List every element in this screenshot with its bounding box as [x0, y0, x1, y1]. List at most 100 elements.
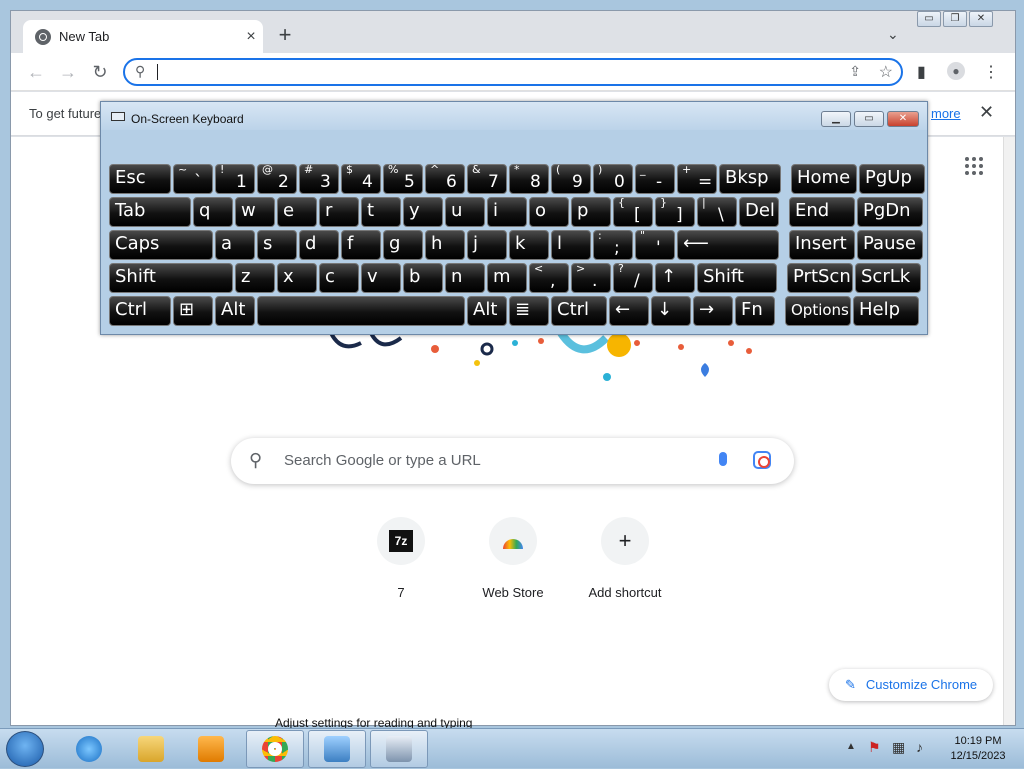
google-search-box[interactable]: ⚲ Search Google or type a URL [231, 438, 794, 484]
taskbar-media-player[interactable] [182, 730, 240, 768]
key-o[interactable]: o [529, 197, 569, 227]
key-space[interactable] [257, 296, 465, 326]
key-;[interactable]: :; [593, 230, 633, 260]
key-6[interactable]: ^ 6 [425, 164, 465, 194]
key-bksp[interactable]: Bksp [719, 164, 781, 194]
key-][interactable]: }] [655, 197, 695, 227]
key-ctrl[interactable]: Ctrl [551, 296, 607, 326]
key-d[interactable]: d [299, 230, 339, 260]
key-j[interactable]: j [467, 230, 507, 260]
minimize-button[interactable]: ▭ [917, 11, 941, 27]
address-bar[interactable]: ⚲ ⇪ ☆ [123, 58, 903, 86]
key-w[interactable]: w [235, 197, 275, 227]
key-⟵[interactable]: ⟵ [677, 230, 779, 260]
key-pgup[interactable]: PgUp [859, 164, 925, 194]
key-p[interactable]: p [571, 197, 611, 227]
key-u[interactable]: u [445, 197, 485, 227]
key-esc[interactable]: Esc [109, 164, 171, 194]
customize-chrome-button[interactable]: ✎ Customize Chrome [829, 669, 993, 701]
key-7[interactable]: & 7 [467, 164, 507, 194]
key-n[interactable]: n [445, 263, 485, 293]
osk-title-bar[interactable]: On-Screen Keyboard ▁ ▭ ✕ [101, 102, 927, 130]
key-scrlk[interactable]: ScrLk [855, 263, 921, 293]
shortcut-add[interactable]: + Add shortcut [569, 517, 681, 600]
key-'[interactable]: " ' [635, 230, 675, 260]
key-≣[interactable]: ≣ [509, 296, 549, 326]
key-,[interactable]: <, [529, 263, 569, 293]
info-bar-close-icon[interactable]: ✕ [979, 102, 994, 123]
key-4[interactable]: $4 [341, 164, 381, 194]
share-icon[interactable]: ⇪ [849, 63, 861, 80]
key-⊞[interactable]: ⊞ [173, 296, 213, 326]
key-/[interactable]: ? / [613, 263, 653, 293]
bookmark-star-icon[interactable]: ☆ [879, 62, 893, 82]
key-k[interactable]: k [509, 230, 549, 260]
key-a[interactable]: a [215, 230, 255, 260]
key-ctrl[interactable]: Ctrl [109, 296, 171, 326]
key-help[interactable]: Help [853, 296, 919, 326]
shortcut-web-store[interactable]: Web Store [457, 517, 569, 600]
page-scrollbar[interactable] [1003, 137, 1015, 725]
google-lens-icon[interactable] [753, 451, 771, 469]
shortcut-7[interactable]: 7z 7 [345, 517, 457, 600]
key-prtscn[interactable]: PrtScn [787, 263, 853, 293]
key-q[interactable]: q [193, 197, 233, 227]
key-backslash[interactable]: | \ [697, 197, 737, 227]
key-.[interactable]: >. [571, 263, 611, 293]
key-f[interactable]: f [341, 230, 381, 260]
key-z[interactable]: z [235, 263, 275, 293]
key-r[interactable]: r [319, 197, 359, 227]
start-button[interactable] [6, 731, 44, 767]
forward-arrow-icon[interactable]: → [57, 61, 79, 83]
reload-icon[interactable]: ↻ [89, 61, 111, 83]
action-center-icon[interactable]: ⚑ [868, 739, 881, 756]
key-shift[interactable]: Shift [109, 263, 233, 293]
key-3[interactable]: #3 [299, 164, 339, 194]
taskbar-explorer[interactable] [122, 730, 180, 768]
back-arrow-icon[interactable]: ← [25, 61, 47, 83]
maximize-button[interactable]: ❐ [943, 11, 967, 27]
tab-new-tab[interactable]: New Tab × [23, 20, 263, 53]
key-h[interactable]: h [425, 230, 465, 260]
volume-muted-icon[interactable]: ♪ [916, 739, 923, 755]
key-1[interactable]: ! 1 [215, 164, 255, 194]
key-↓[interactable]: ↓ [651, 296, 691, 326]
tab-search-chevron-icon[interactable]: ⌄ [887, 26, 899, 43]
key-→[interactable]: → [693, 296, 733, 326]
new-tab-button[interactable]: + [273, 24, 297, 48]
key--[interactable]: _ - [635, 164, 675, 194]
key-`[interactable]: ~ ` [173, 164, 213, 194]
key-t[interactable]: t [361, 197, 401, 227]
side-panel-icon[interactable]: ▮ [917, 62, 926, 82]
key-shift[interactable]: Shift [697, 263, 777, 293]
profile-avatar-icon[interactable]: ● [947, 62, 965, 80]
key-[[interactable]: {[ [613, 197, 653, 227]
key-tab[interactable]: Tab [109, 197, 191, 227]
key-end[interactable]: End [789, 197, 855, 227]
key-2[interactable]: @2 [257, 164, 297, 194]
key-v[interactable]: v [361, 263, 401, 293]
taskbar-osk[interactable] [370, 730, 428, 768]
key-e[interactable]: e [277, 197, 317, 227]
key-=[interactable]: + = [677, 164, 717, 194]
key-pause[interactable]: Pause [857, 230, 923, 260]
voice-search-mic-icon[interactable] [719, 452, 727, 466]
info-bar-learn-more-link[interactable]: more [931, 106, 961, 121]
key-b[interactable]: b [403, 263, 443, 293]
clock[interactable]: 10:19 PM 12/15/2023 [940, 734, 1016, 764]
taskbar-chrome[interactable] [246, 730, 304, 768]
key-x[interactable]: x [277, 263, 317, 293]
osk-close-button[interactable]: ✕ [887, 111, 919, 127]
key-insert[interactable]: Insert [789, 230, 855, 260]
key-c[interactable]: c [319, 263, 359, 293]
osk-maximize-button[interactable]: ▭ [854, 111, 884, 127]
key-g[interactable]: g [383, 230, 423, 260]
key-m[interactable]: m [487, 263, 527, 293]
key-fn[interactable]: Fn [735, 296, 775, 326]
key-↑[interactable]: ↑ [655, 263, 695, 293]
key-home[interactable]: Home [791, 164, 857, 194]
close-window-button[interactable]: ✕ [969, 11, 993, 27]
key-←[interactable]: ← [609, 296, 649, 326]
key-8[interactable]: * 8 [509, 164, 549, 194]
key-5[interactable]: % 5 [383, 164, 423, 194]
